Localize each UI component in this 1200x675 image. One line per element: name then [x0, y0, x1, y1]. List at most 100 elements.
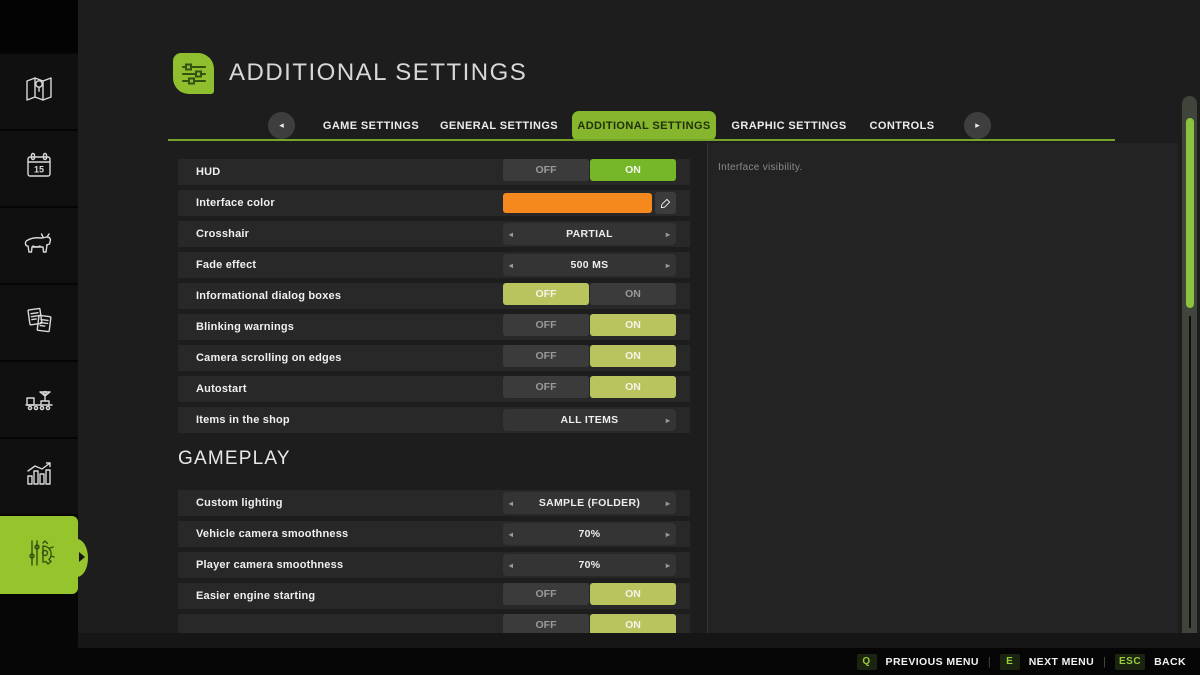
tab-game-settings[interactable]: GAME SETTINGS: [318, 111, 424, 141]
setting-row: Autostart OFFON: [178, 376, 690, 402]
next-value-arrow[interactable]: ▸: [660, 409, 676, 431]
footer-bar: Q PREVIOUS MENU | E NEXT MENU | ESC BACK: [0, 648, 1200, 675]
sidebar-top-block: [0, 0, 78, 52]
toggle-on-button[interactable]: ON: [590, 159, 676, 181]
tabs-next-button[interactable]: ▸: [964, 112, 991, 139]
sidebar-item-map[interactable]: [0, 54, 78, 129]
finances-icon: [22, 303, 56, 342]
sidebar-item-animals[interactable]: [0, 208, 78, 283]
toggle-on-button[interactable]: ON: [590, 583, 676, 605]
sidebar-item-finances[interactable]: [0, 285, 78, 360]
tab-general-settings[interactable]: GENERAL SETTINGS: [436, 111, 562, 141]
setting-label: Easier engine starting: [196, 590, 315, 602]
toggle-on-button[interactable]: ON: [590, 345, 676, 367]
calendar-icon: 15: [22, 149, 56, 188]
setting-label: Interface color: [196, 197, 275, 209]
setting-label: Player camera smoothness: [196, 559, 343, 571]
settings-icon: [21, 535, 57, 576]
svg-text:15: 15: [34, 165, 44, 175]
footer-action-previous-menu[interactable]: PREVIOUS MENU: [886, 656, 979, 668]
setting-row: Informational dialog boxes OFFON: [178, 283, 690, 309]
setting-row: Items in the shop ALL ITEMS▸: [178, 407, 690, 433]
setting-label: Blinking warnings: [196, 321, 294, 333]
page-title: ADDITIONAL SETTINGS: [229, 59, 527, 87]
value-selector[interactable]: 500 MS◂▸: [503, 254, 676, 276]
toggle-off-button[interactable]: OFF: [503, 345, 589, 367]
toggle-off-button[interactable]: OFF: [503, 283, 589, 305]
setting-label: Autostart: [196, 383, 247, 395]
prev-value-arrow[interactable]: ◂: [503, 223, 519, 245]
setting-label: Fade effect: [196, 259, 256, 271]
next-value-arrow[interactable]: ▸: [660, 254, 676, 276]
toggle-off-button[interactable]: OFF: [503, 614, 589, 633]
toggle-on-button[interactable]: ON: [590, 314, 676, 336]
setting-label: Items in the shop: [196, 414, 290, 426]
setting-label: Vehicle camera smoothness: [196, 528, 348, 540]
setting-row: Interface color: [178, 190, 690, 216]
setting-row: Custom lightingSAMPLE (FOLDER)◂▸: [178, 490, 690, 516]
key-badge-e: E: [1000, 654, 1020, 670]
value-selector[interactable]: 70%◂▸: [503, 554, 676, 576]
sidebar-item-statistics[interactable]: [0, 439, 78, 514]
next-value-arrow[interactable]: ▸: [660, 223, 676, 245]
statistics-icon: [22, 457, 56, 496]
setting-label: Informational dialog boxes: [196, 290, 341, 302]
setting-row: Camera scrolling on edges OFFON: [178, 345, 690, 371]
tab-additional-settings[interactable]: ADDITIONAL SETTINGS: [572, 111, 716, 141]
scrollbar-thumb[interactable]: [1186, 118, 1194, 308]
value-selector[interactable]: SAMPLE (FOLDER)◂▸: [503, 492, 676, 514]
sidebar-item-production[interactable]: [0, 362, 78, 437]
setting-row: Fade effect500 MS◂▸: [178, 252, 690, 278]
prev-value-arrow[interactable]: ◂: [503, 523, 519, 545]
toggle-on-button[interactable]: ON: [590, 283, 676, 305]
setting-row: Easier engine starting OFFON: [178, 583, 690, 609]
tab-underline: [168, 139, 1115, 141]
toggle-off-button[interactable]: OFF: [503, 314, 589, 336]
toggle-on-button[interactable]: ON: [590, 614, 676, 633]
setting-label: Crosshair: [196, 228, 249, 240]
key-badge-esc: ESC: [1115, 654, 1145, 670]
toggle-on-button[interactable]: ON: [590, 376, 676, 398]
setting-row: Player camera smoothness70%◂▸: [178, 552, 690, 578]
settings-screen: 15 ADDITIONAL SETTINGS ◂ GAME SETTINGS GE…: [0, 0, 1200, 675]
toggle-off-button[interactable]: OFF: [503, 376, 589, 398]
setting-row: OFFON: [178, 614, 690, 633]
setting-description: Interface visibility.: [718, 162, 802, 173]
sidebar-expand-arrow-icon[interactable]: [79, 552, 85, 562]
key-badge-q: Q: [857, 654, 877, 670]
next-value-arrow[interactable]: ▸: [660, 554, 676, 576]
map-icon: [22, 72, 56, 111]
animals-icon: [21, 226, 57, 265]
value-selector[interactable]: PARTIAL◂▸: [503, 223, 676, 245]
footer-action-next-menu[interactable]: NEXT MENU: [1029, 656, 1094, 668]
prev-value-arrow[interactable]: ◂: [503, 254, 519, 276]
panel-divider: [707, 143, 708, 633]
next-value-arrow[interactable]: ▸: [660, 523, 676, 545]
setting-label: Custom lighting: [196, 497, 283, 509]
setting-row: Vehicle camera smoothness70%◂▸: [178, 521, 690, 547]
setting-label: HUD: [196, 166, 220, 178]
tab-controls[interactable]: CONTROLS: [862, 111, 942, 141]
value-selector[interactable]: 70%◂▸: [503, 523, 676, 545]
setting-row: CrosshairPARTIAL◂▸: [178, 221, 690, 247]
color-swatch[interactable]: [503, 193, 652, 213]
production-icon: [21, 380, 57, 419]
setting-row: Blinking warnings OFFON: [178, 314, 690, 340]
content-bottom-edge: [78, 633, 1200, 648]
sidebar-item-calendar[interactable]: 15: [0, 131, 78, 206]
toggle-off-button[interactable]: OFF: [503, 159, 589, 181]
tab-graphic-settings[interactable]: GRAPHIC SETTINGS: [726, 111, 852, 141]
color-picker-button[interactable]: [655, 192, 676, 214]
footer-divider: |: [988, 656, 991, 668]
toggle-off-button[interactable]: OFF: [503, 583, 589, 605]
prev-value-arrow[interactable]: ◂: [503, 554, 519, 576]
next-value-arrow[interactable]: ▸: [660, 492, 676, 514]
additional-settings-icon: [173, 53, 214, 94]
value-selector[interactable]: ALL ITEMS▸: [503, 409, 676, 431]
footer-action-back[interactable]: BACK: [1154, 656, 1186, 668]
footer-divider: |: [1103, 656, 1106, 668]
description-panel: [708, 143, 1178, 633]
prev-value-arrow[interactable]: ◂: [503, 492, 519, 514]
setting-label: Camera scrolling on edges: [196, 352, 342, 364]
tabs-prev-button[interactable]: ◂: [268, 112, 295, 139]
